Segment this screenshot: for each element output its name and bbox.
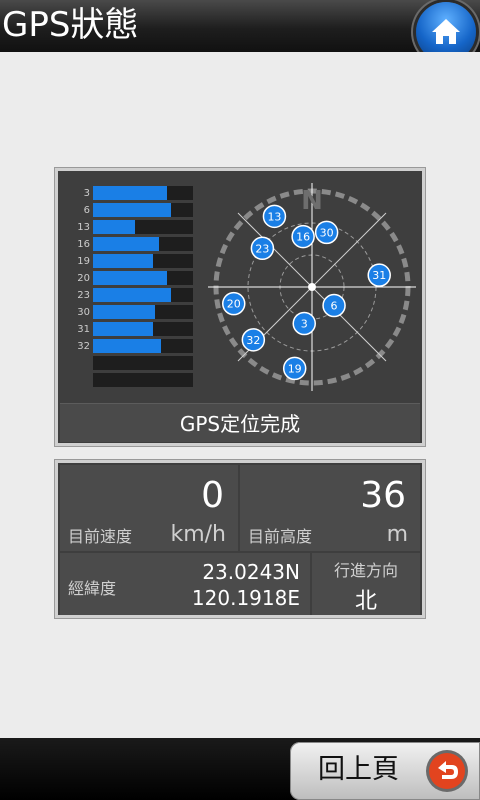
satellite-marker-label: 30 (320, 226, 334, 239)
page-title: GPS狀態 (2, 5, 139, 45)
signal-bar-row: 3 (76, 185, 196, 202)
back-label: 回上頁 (318, 754, 399, 785)
signal-bar-row: 32 (76, 338, 196, 355)
signal-bar-track (93, 220, 193, 234)
signal-bar-fill (93, 203, 171, 217)
speed-label: 目前速度 (68, 527, 133, 546)
signal-bar-track (93, 203, 193, 217)
satellite-marker-label: 19 (288, 362, 302, 375)
signal-bar-fill (93, 237, 159, 251)
signal-bar-track (93, 322, 193, 336)
signal-bar-fill (93, 322, 153, 336)
signal-bar-fill (93, 186, 167, 200)
altitude-label: 目前高度 (248, 527, 313, 546)
north-label: N (301, 186, 323, 216)
title-bar: GPS狀態 (0, 0, 480, 62)
signal-bar-fill (93, 254, 153, 268)
altitude-unit: m (386, 522, 408, 547)
signal-bar-track (93, 356, 193, 370)
heading-label: 行進方向 (333, 561, 398, 580)
satellite-id-label: 13 (77, 222, 90, 233)
satellite-id-label: 19 (77, 256, 90, 267)
heading-value: 北 (354, 589, 377, 614)
signal-bar-row: 13 (76, 219, 196, 236)
signal-bar-row: 30 (76, 304, 196, 321)
signal-bar-row: 20 (76, 270, 196, 287)
signal-bar-row: 23 (76, 287, 196, 304)
speed-value: 0 (201, 475, 224, 516)
signal-bar-track (93, 305, 193, 319)
signal-bar-fill (93, 271, 167, 285)
signal-bar-fill (93, 220, 135, 234)
back-button[interactable]: 回上頁 (290, 742, 480, 800)
satellite-marker-label: 32 (246, 334, 260, 347)
signal-bar-row (76, 355, 196, 372)
signal-bar-row: 31 (76, 321, 196, 338)
signal-bar-track (93, 254, 193, 268)
satellite-id-label: 6 (83, 205, 90, 216)
signal-bar-fill (93, 288, 171, 302)
satellite-panel: 3 6 13 16 19 20 23 30 31 32 N 13 16 30 23 31 20 6 3 32 19 G… (55, 168, 425, 446)
satellite-id-label: 31 (77, 324, 90, 335)
signal-bar-track (93, 186, 193, 200)
satellite-marker-label: 13 (267, 210, 281, 223)
position-label: 經緯度 (68, 579, 117, 598)
latitude-value: 23.0243N (202, 560, 300, 584)
satellite-id-label: 23 (77, 290, 90, 301)
position-cell: 經緯度 23.0243N 120.1918E (60, 553, 310, 615)
status-bar: GPS定位完成 (60, 403, 420, 442)
sky-plot: N 13 16 30 23 31 20 6 3 32 19 (208, 183, 416, 391)
satellite-marker-label: 20 (227, 298, 241, 311)
signal-bar-fill (93, 339, 161, 353)
altitude-value: 36 (360, 475, 406, 516)
speed-cell: 0 目前速度 km/h (60, 465, 238, 551)
center-dot (308, 283, 316, 291)
signal-bar-track (93, 288, 193, 302)
signal-bar-track (93, 339, 193, 353)
satellite-marker-label: 3 (301, 318, 308, 331)
satellite-marker-label: 23 (255, 242, 269, 255)
home-icon (432, 19, 460, 44)
satellite-marker-label: 16 (296, 231, 310, 244)
longitude-value: 120.1918E (191, 586, 300, 610)
back-arrow-icon (426, 750, 468, 792)
signal-bars: 3 6 13 16 19 20 23 30 31 32 (76, 185, 196, 389)
signal-bar-row: 16 (76, 236, 196, 253)
status-text: GPS定位完成 (179, 412, 301, 436)
altitude-cell: 36 目前高度 m (240, 465, 420, 551)
signal-bar-row: 19 (76, 253, 196, 270)
signal-bar-track (93, 271, 193, 285)
satellite-id-label: 20 (77, 273, 90, 284)
satellite-id-label: 16 (77, 239, 90, 250)
satellite-id-label: 30 (77, 307, 90, 318)
satellite-id-label: 32 (77, 341, 90, 352)
satellite-marker-label: 31 (372, 269, 386, 282)
signal-bar-row: 6 (76, 202, 196, 219)
satellite-id-label: 3 (83, 188, 90, 199)
speed-unit: km/h (170, 522, 226, 547)
info-panel: 0 目前速度 km/h 36 目前高度 m 經緯度 23.0243N 120.1… (55, 460, 425, 618)
signal-bar-row (76, 372, 196, 389)
signal-bar-track (93, 237, 193, 251)
signal-bar-fill (93, 305, 155, 319)
heading-cell: 行進方向 北 (312, 553, 420, 615)
signal-bar-track (93, 373, 193, 387)
satellite-marker-label: 6 (331, 300, 338, 313)
